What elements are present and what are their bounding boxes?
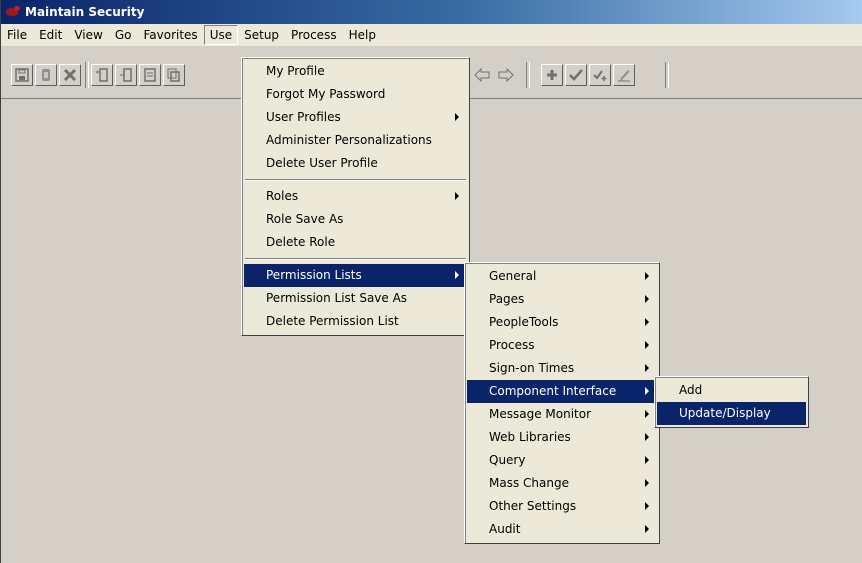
submenu-arrow-icon [645,433,649,441]
menu-file[interactable]: File [1,25,33,45]
submenu-arrow-icon [645,387,649,395]
menu-separator [245,179,466,181]
insert-row-button-2[interactable] [115,64,137,86]
list-icon [144,68,156,82]
forward-button[interactable] [495,64,517,86]
save-button[interactable] [11,64,33,86]
menu-item-roles[interactable]: Roles [244,185,467,208]
edit-button[interactable] [613,64,635,86]
submenu-item-query[interactable]: Query [467,449,657,472]
component-interface-submenu: Add Update/Display [654,376,809,428]
menu-use[interactable]: Use [203,25,239,45]
list-button[interactable] [139,64,161,86]
submenu-item-component-interface[interactable]: Component Interface [467,380,657,403]
menu-bar: File Edit View Go Favorites Use Setup Pr… [1,24,862,46]
phone-button[interactable] [35,64,57,86]
menu-item-my-profile[interactable]: My Profile [244,60,467,83]
menu-item-user-profiles[interactable]: User Profiles [244,106,467,129]
submenu-arrow-icon [455,192,459,200]
back-icon [474,68,490,82]
submenu-item-general[interactable]: General [467,265,657,288]
submenu-arrow-icon [645,525,649,533]
check-plus-button[interactable] [589,64,611,86]
submenu-item-peopletools[interactable]: PeopleTools [467,311,657,334]
menu-item-forgot-password[interactable]: Forgot My Password [244,83,467,106]
add-icon [547,70,557,80]
submenu-arrow-icon [455,113,459,121]
window-title: Maintain Security [25,5,145,19]
use-menu: My Profile Forgot My Password User Profi… [241,57,470,336]
phone-icon [42,69,50,81]
permission-lists-submenu: General Pages PeopleTools Process Sign-o… [464,262,660,544]
menu-item-delete-role[interactable]: Delete Role [244,231,467,254]
menu-item-permission-list-save-as[interactable]: Permission List Save As [244,287,467,310]
app-logo-icon [5,6,21,18]
edit-icon [618,70,630,82]
menu-edit[interactable]: Edit [33,25,68,45]
app-window: Maintain Security File Edit View Go Favo… [0,0,862,563]
check-button[interactable] [565,64,587,86]
submenu-arrow-icon [645,272,649,280]
submenu-item-audit[interactable]: Audit [467,518,657,541]
submenu-arrow-icon [645,318,649,326]
back-button[interactable] [471,64,493,86]
insert-row-icon [96,68,108,82]
submenu-arrow-icon [645,502,649,510]
delete-icon [63,68,77,82]
check-icon [569,69,583,81]
insert-row-icon [120,68,132,82]
submenu-item-other-settings[interactable]: Other Settings [467,495,657,518]
copy-icon [167,68,180,82]
menu-item-permission-lists[interactable]: Permission Lists [244,264,467,287]
submenu-arrow-icon [645,456,649,464]
menu-item-administer-personalizations[interactable]: Administer Personalizations [244,129,467,152]
menu-go[interactable]: Go [109,25,138,45]
check-plus-icon [593,70,607,81]
menu-setup[interactable]: Setup [238,25,285,45]
submenu-item-update-display[interactable]: Update/Display [657,402,806,425]
insert-row-button[interactable] [91,64,113,86]
copy-button[interactable] [163,64,185,86]
delete-button[interactable] [59,64,81,86]
submenu-arrow-icon [455,271,459,279]
menu-separator [245,258,466,260]
submenu-arrow-icon [645,341,649,349]
submenu-item-web-libraries[interactable]: Web Libraries [467,426,657,449]
submenu-arrow-icon [645,295,649,303]
submenu-item-process[interactable]: Process [467,334,657,357]
submenu-arrow-icon [645,479,649,487]
menu-item-role-save-as[interactable]: Role Save As [244,208,467,231]
submenu-arrow-icon [645,410,649,418]
submenu-item-add[interactable]: Add [657,379,806,402]
forward-icon [498,68,514,82]
menu-help[interactable]: Help [343,25,382,45]
menu-item-delete-permission-list[interactable]: Delete Permission List [244,310,467,333]
menu-item-delete-user-profile[interactable]: Delete User Profile [244,152,467,175]
submenu-item-pages[interactable]: Pages [467,288,657,311]
submenu-item-message-monitor[interactable]: Message Monitor [467,403,657,426]
save-icon [15,68,29,82]
menu-process[interactable]: Process [285,25,343,45]
menu-favorites[interactable]: Favorites [137,25,203,45]
add-button[interactable] [541,64,563,86]
title-bar: Maintain Security [1,0,862,24]
submenu-item-mass-change[interactable]: Mass Change [467,472,657,495]
submenu-item-sign-on-times[interactable]: Sign-on Times [467,357,657,380]
submenu-arrow-icon [645,364,649,372]
menu-view[interactable]: View [68,25,108,45]
